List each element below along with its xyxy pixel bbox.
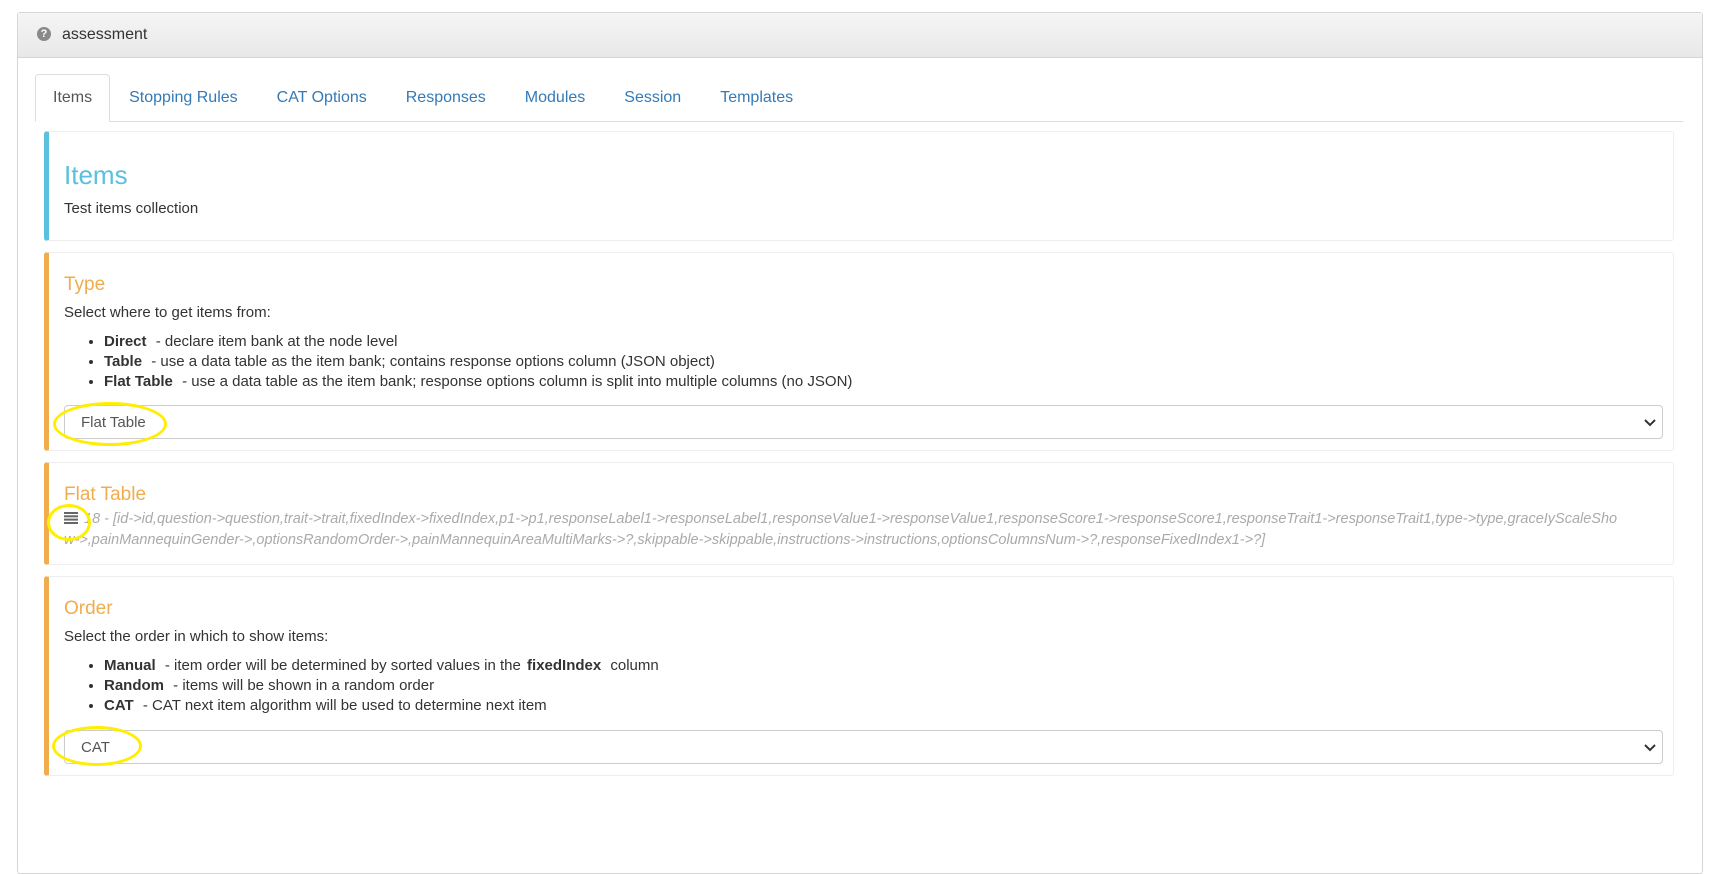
tab-session[interactable]: Session (604, 75, 701, 121)
type-card: Type Select where to get items from: Dir… (44, 252, 1674, 451)
order-options-list: Manual - item order will be determined b… (64, 656, 1673, 716)
type-option-direct: Direct - declare item bank at the node l… (104, 332, 1673, 352)
order-description: Select the order in which to show items: (64, 628, 329, 645)
flat-table-mapping: 18 - [id->id,question->question,trait->t… (64, 509, 1673, 551)
order-title: Order (64, 598, 113, 619)
flat-table-title: Flat Table (64, 484, 147, 505)
tab-cat-options[interactable]: CAT Options (257, 75, 387, 121)
order-select-value: CAT (81, 738, 110, 756)
type-option-table: Table - use a data table as the item ban… (104, 352, 1673, 372)
panel-title: assessment (62, 26, 148, 43)
tab-responses[interactable]: Responses (386, 75, 506, 121)
order-option-random: Random - items will be shown in a random… (104, 676, 1673, 696)
order-option-manual: Manual - item order will be determined b… (104, 656, 1673, 676)
type-select-value: Flat Table (81, 413, 146, 431)
chevron-down-icon (1644, 419, 1656, 427)
order-select[interactable]: CAT (64, 730, 1663, 764)
assessment-panel: ? assessment Items Stopping Rules CAT Op… (17, 12, 1703, 874)
flat-table-card: Flat Table 18 - [id->id,question->questi… (44, 462, 1674, 565)
flat-table-mapping-text: 18 - [id->id,question->question,trait->t… (64, 511, 1618, 548)
type-select[interactable]: Flat Table (64, 405, 1663, 439)
items-card: Items Test items collection (44, 131, 1674, 241)
tab-stopping-rules[interactable]: Stopping Rules (109, 75, 258, 121)
chevron-down-icon (1644, 744, 1656, 752)
panel-heading: ? assessment (18, 13, 1702, 58)
order-card: Order Select the order in which to show … (44, 576, 1674, 776)
tab-templates[interactable]: Templates (700, 75, 813, 121)
table-icon[interactable] (64, 512, 78, 524)
items-title: Items (64, 160, 128, 190)
items-description: Test items collection (64, 200, 199, 217)
type-description: Select where to get items from: (64, 304, 271, 321)
type-options-list: Direct - declare item bank at the node l… (64, 332, 1673, 392)
help-icon[interactable]: ? (37, 27, 51, 41)
order-option-cat: CAT - CAT next item algorithm will be us… (104, 696, 1673, 716)
tab-bar: Items Stopping Rules CAT Options Respons… (35, 74, 1683, 122)
type-title: Type (64, 274, 106, 295)
tab-items[interactable]: Items (35, 74, 111, 122)
type-option-flat-table: Flat Table - use a data table as the ite… (104, 372, 1673, 392)
tab-modules[interactable]: Modules (505, 75, 605, 121)
